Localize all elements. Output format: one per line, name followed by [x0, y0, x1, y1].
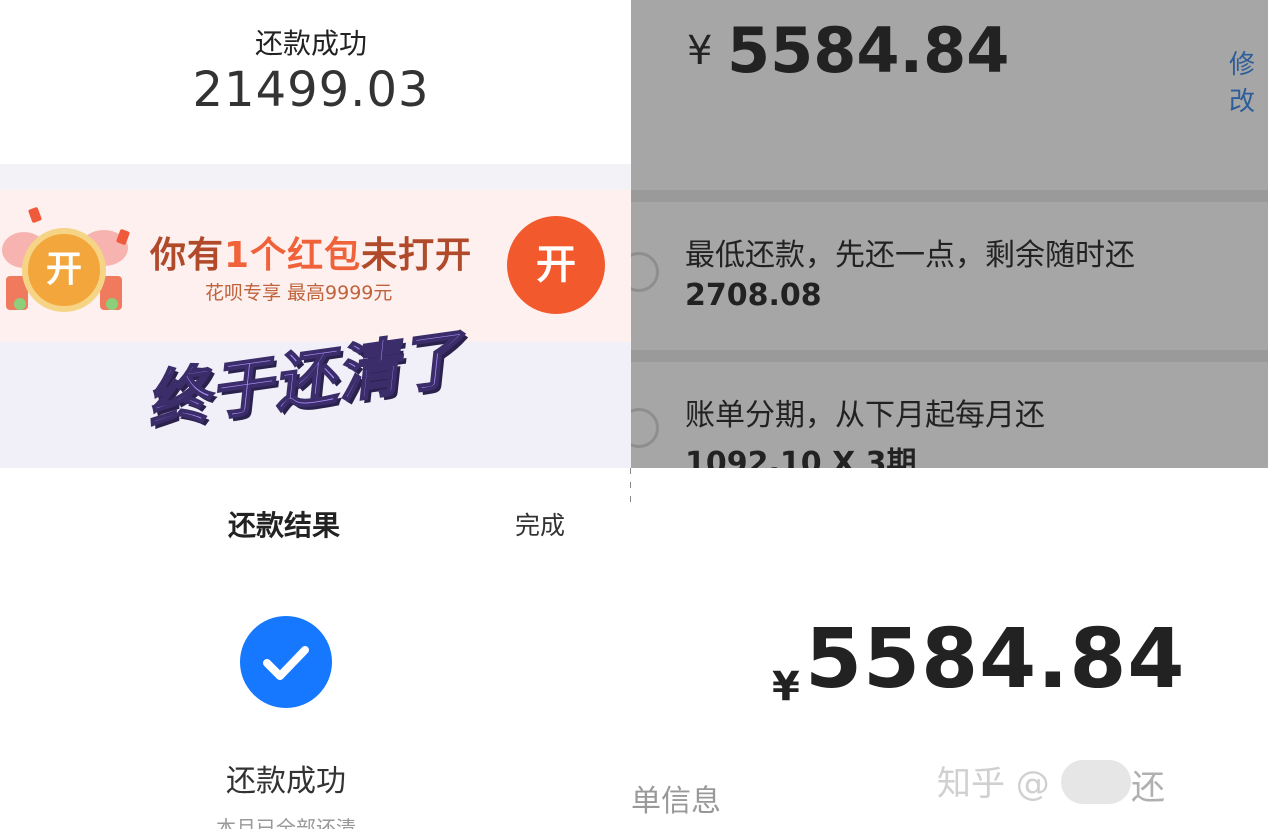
section-gap — [0, 164, 631, 190]
currency-symbol: ¥ — [687, 28, 713, 74]
success-title: 还款成功 — [254, 27, 367, 60]
success-check-icon — [240, 616, 332, 708]
amount-area: ¥ 5584.84 修改 — [631, 0, 1268, 190]
red-packet-headline-suffix: 未打开 — [361, 235, 473, 276]
watermark-tail: 还 — [1131, 768, 1165, 808]
red-packet-subtitle: 花呗专享 最高9999元 — [205, 282, 393, 304]
red-packet-count: 1个红包 — [224, 235, 362, 276]
watermark-logo-icon — [1061, 760, 1131, 804]
watermark-text: 知乎 @ — [937, 764, 1050, 804]
currency-symbol: ¥ — [772, 664, 800, 710]
page-title: 还款结果 — [228, 509, 341, 542]
option-value: 2708.08 — [685, 278, 822, 313]
option-title: 最低还款，先还一点，剩余随时还 — [685, 238, 1135, 273]
repayment-options-panel: ¥ 5584.84 修改 最低还款，先还一点，剩余随时还 2708.08 账单分… — [631, 0, 1268, 468]
divider — [631, 190, 1268, 202]
status-text: 还款成功 — [226, 764, 346, 799]
repay-amount: 5584.84 — [727, 14, 1010, 87]
repayment-result-panel: 还款结果 完成 还款成功 本月已全部还清 — [0, 468, 631, 829]
radio-button[interactable] — [631, 408, 659, 448]
red-packet-coin-icon: 开 — [22, 228, 106, 312]
option-minimum-payment[interactable]: 最低还款，先还一点，剩余随时还 2708.08 — [631, 202, 1268, 350]
red-packet-headline: 你有1个红包未打开 — [150, 226, 472, 278]
option-installment[interactable]: 账单分期，从下月起每月还 1092.10 X 3期 — [631, 362, 1268, 468]
open-red-packet-button[interactable]: 开 — [507, 216, 605, 314]
option-value: 1092.10 X 3期 — [685, 446, 917, 468]
red-packet-headline-prefix: 你有 — [150, 235, 225, 276]
bill-amount-panel: ¥ 5584.84 单信息 知乎 @ 还 — [631, 468, 1268, 829]
radio-button[interactable] — [631, 252, 659, 292]
option-title: 账单分期，从下月起每月还 — [685, 398, 1045, 433]
repaid-amount: 21499.03 — [192, 62, 430, 118]
bill-info-label[interactable]: 单信息 — [631, 776, 721, 820]
status-note: 本月已全部还清 — [216, 816, 356, 829]
bill-amount: 5584.84 — [805, 612, 1186, 707]
success-header: 还款成功 21499.03 — [0, 0, 631, 164]
modify-amount-link[interactable]: 修改 — [1229, 44, 1268, 118]
divider — [631, 350, 1268, 362]
repayment-success-panel: 还款成功 21499.03 开 你有1个红包未打开 花呗专享 最高9999元 开… — [0, 0, 631, 468]
done-button[interactable]: 完成 — [515, 506, 565, 542]
